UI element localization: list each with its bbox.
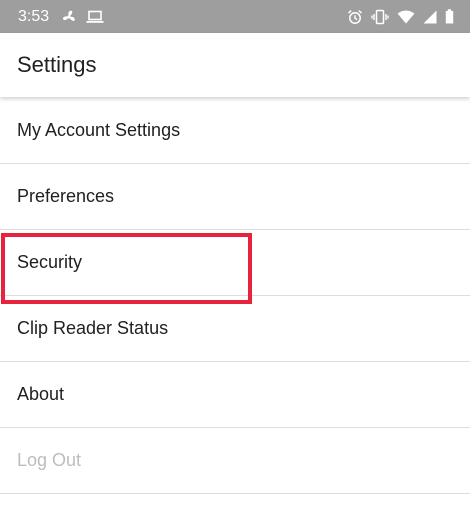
settings-item-security[interactable]: Security	[0, 230, 470, 296]
settings-item-log-out[interactable]: Log Out	[0, 428, 470, 494]
status-bar-right	[347, 9, 454, 25]
settings-item-label: About	[17, 384, 65, 404]
settings-item-preferences[interactable]: Preferences	[0, 164, 470, 230]
settings-item-label: Log Out	[17, 450, 82, 470]
status-bar-left: 3:53	[18, 8, 113, 26]
settings-item-label: Clip Reader Status	[17, 318, 169, 338]
wifi-icon	[397, 10, 415, 24]
status-time: 3:53	[18, 7, 50, 25]
battery-icon	[445, 9, 454, 24]
settings-item-my-account[interactable]: My Account Settings	[0, 97, 470, 164]
settings-item-about[interactable]: About	[0, 362, 470, 428]
alarm-icon	[347, 9, 363, 25]
app-bar: Settings	[0, 33, 470, 97]
status-bar: 3:53	[0, 0, 470, 33]
settings-list: My Account Settings Preferences Security…	[0, 97, 470, 494]
settings-item-label: Preferences	[17, 186, 115, 206]
settings-item-label: Security	[17, 252, 83, 272]
settings-item-clip-reader-status[interactable]: Clip Reader Status	[0, 296, 470, 362]
vibrate-icon	[371, 9, 389, 25]
fan-icon	[61, 9, 77, 25]
settings-item-label: My Account Settings	[17, 119, 181, 140]
page-title: Settings	[17, 52, 97, 77]
signal-icon	[423, 10, 437, 24]
laptop-icon	[86, 10, 104, 24]
